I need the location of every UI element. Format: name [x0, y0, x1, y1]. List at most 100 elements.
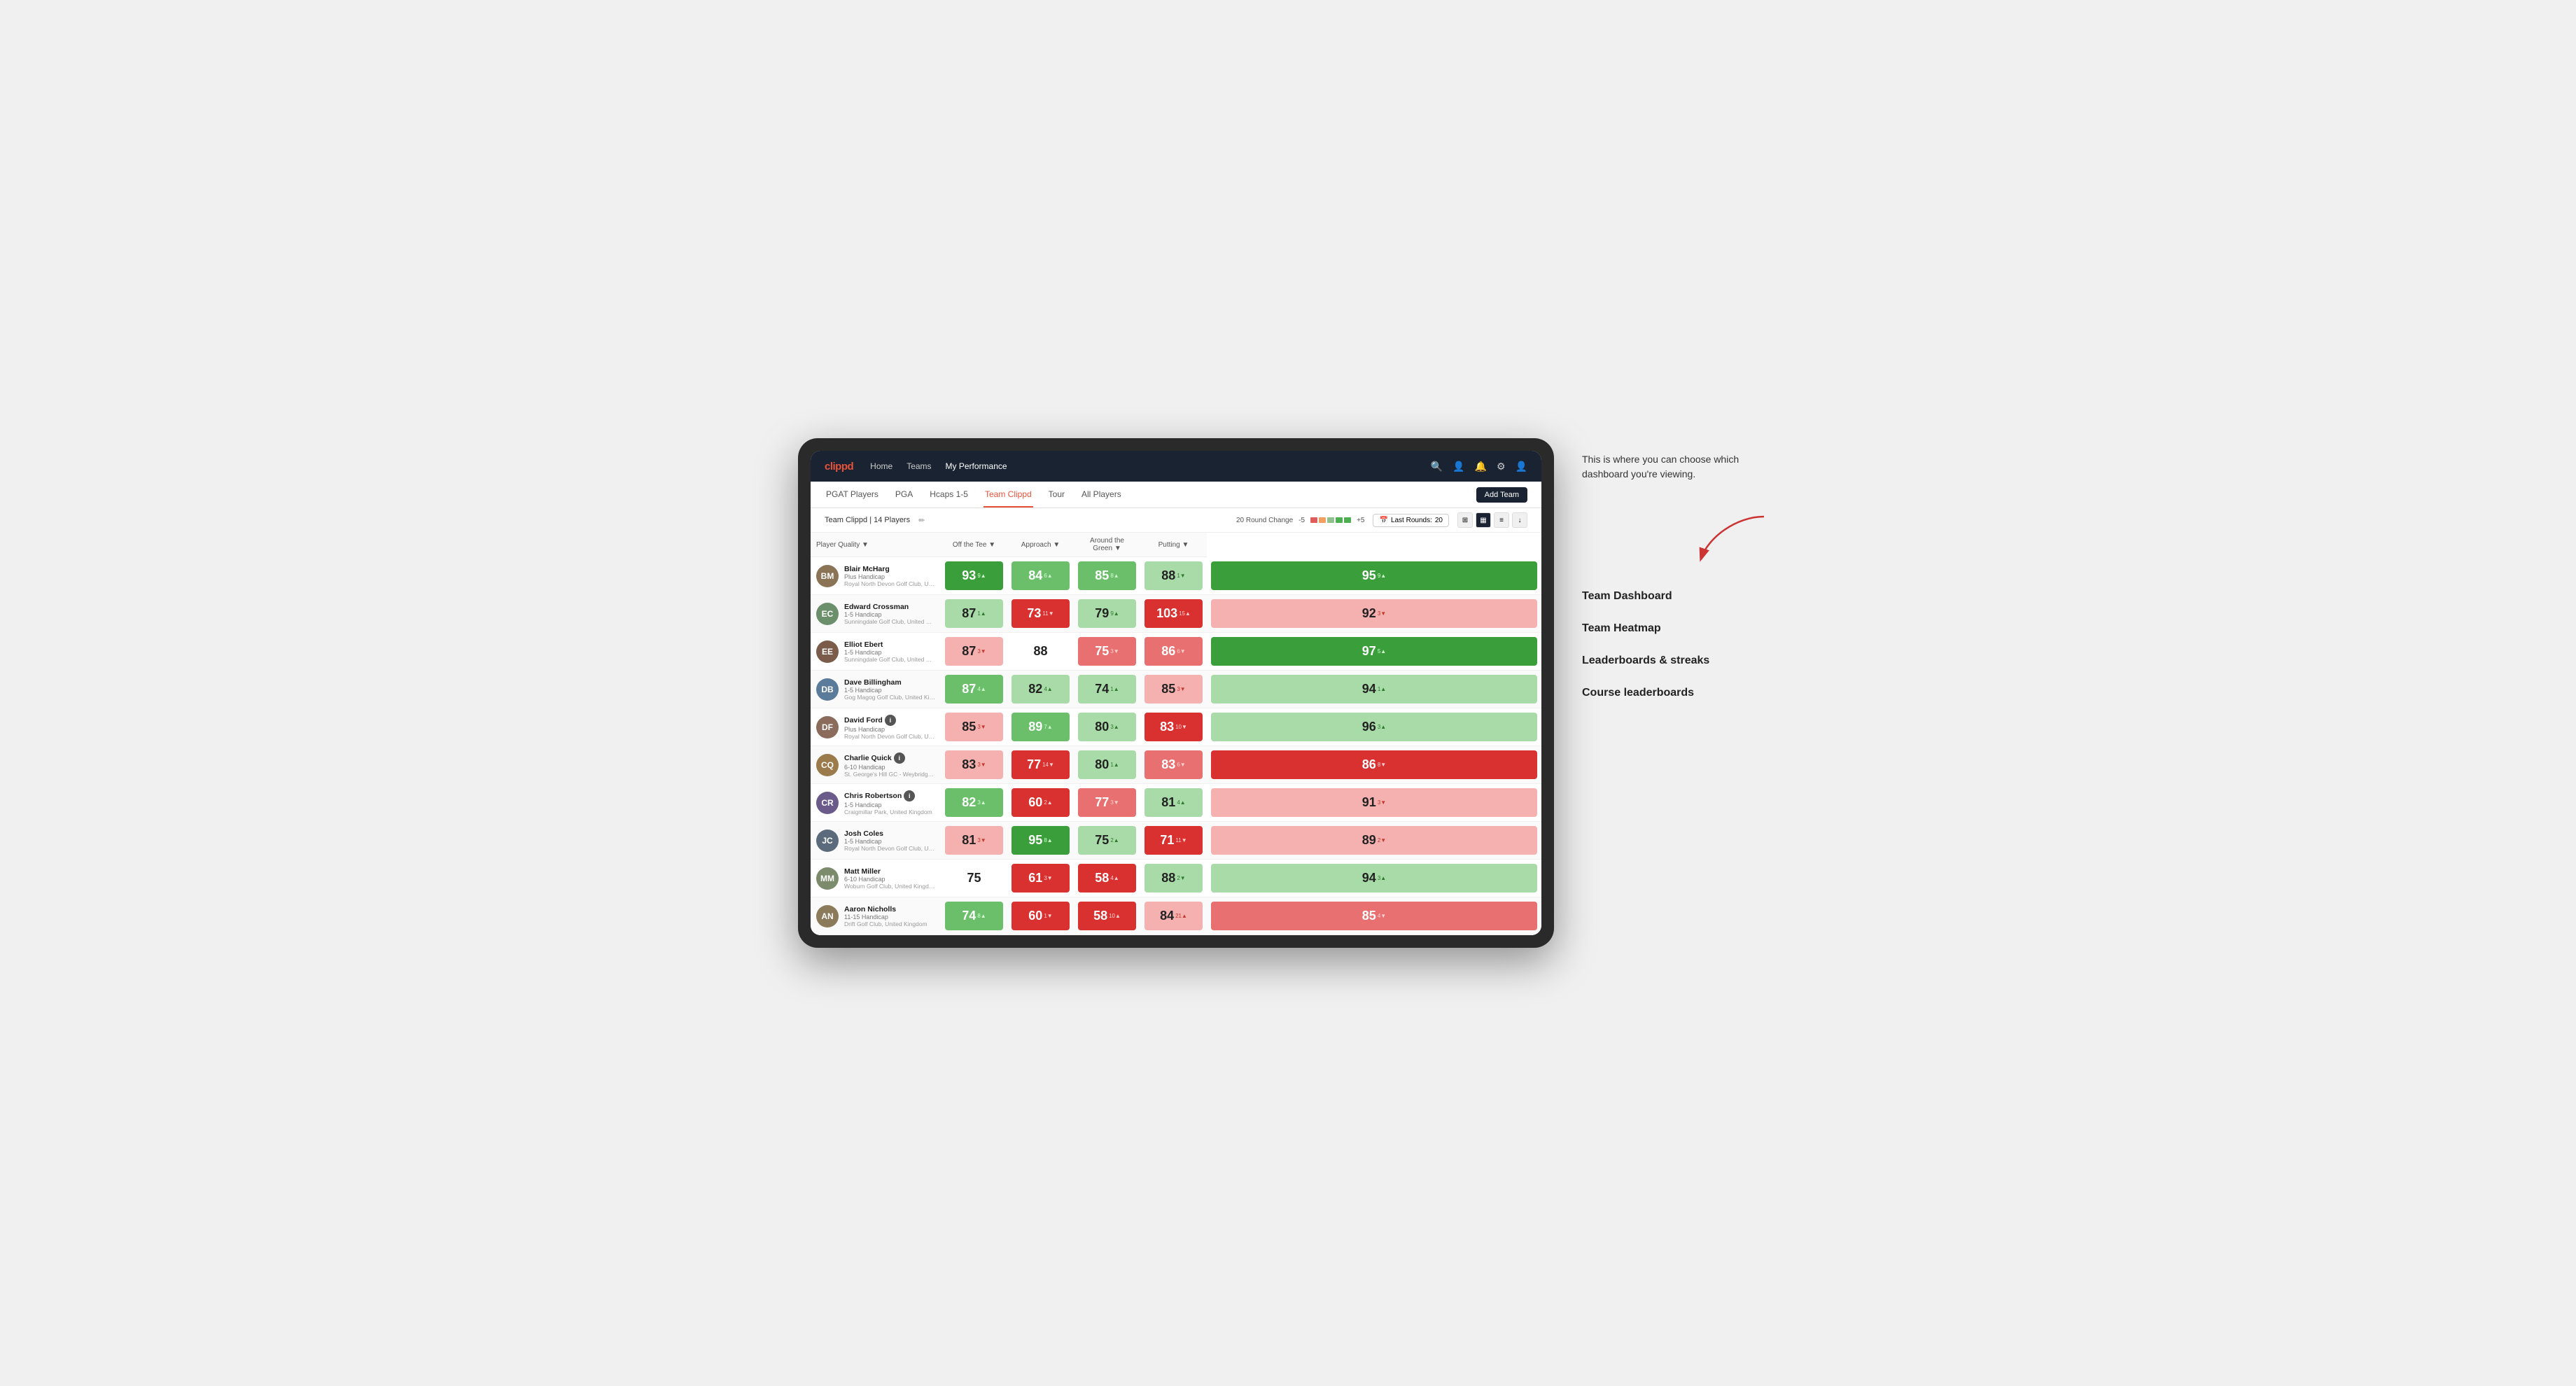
- score-cell-0: 87 1▲: [941, 595, 1007, 633]
- subnav-all-players[interactable]: All Players: [1080, 482, 1123, 507]
- player-handicap: Plus Handicap: [844, 726, 935, 733]
- profile-avatar[interactable]: 👤: [1516, 461, 1527, 472]
- annotation-note: This is where you can choose which dashb…: [1582, 452, 1778, 482]
- metric-change: 3▼: [977, 724, 986, 730]
- tablet-frame: clippd Home Teams My Performance 🔍 👤 🔔 ⚙…: [798, 438, 1554, 948]
- subnav-hcaps[interactable]: Hcaps 1-5: [928, 482, 969, 507]
- metric-value: 87: [962, 682, 976, 696]
- metric-value: 88: [1033, 644, 1047, 659]
- player-cell[interactable]: CQ Charlie Quicki 6-10 Handicap St. Geor…: [811, 746, 941, 784]
- table-row[interactable]: MM Matt Miller 6-10 Handicap Woburn Golf…: [811, 860, 1541, 897]
- player-name: Josh Coles: [844, 830, 935, 838]
- metric-change: 3▼: [1044, 875, 1052, 881]
- metric-value: 75: [967, 871, 981, 886]
- player-club: Royal North Devon Golf Club, United King…: [844, 733, 935, 740]
- metric-change: 2▲: [1044, 799, 1052, 806]
- score-cell-1: 82 4▲: [1007, 671, 1074, 708]
- player-name: Matt Miller: [844, 867, 935, 876]
- table-row[interactable]: BM Blair McHarg Plus Handicap Royal Nort…: [811, 557, 1541, 595]
- table-row[interactable]: CR Chris Robertsoni 1-5 Handicap Craigmi…: [811, 784, 1541, 822]
- table-row[interactable]: DB Dave Billingham 1-5 Handicap Gog Mago…: [811, 671, 1541, 708]
- nav-my-performance[interactable]: My Performance: [946, 458, 1007, 474]
- score-cell-2: 58 4▲: [1074, 860, 1140, 897]
- metric-change: 9▲: [1110, 610, 1119, 617]
- metric-change: 3▲: [1378, 875, 1386, 881]
- metric-value: 88: [1161, 871, 1175, 886]
- user-icon[interactable]: 👤: [1452, 461, 1464, 472]
- nav-teams[interactable]: Teams: [906, 458, 931, 474]
- export-btn[interactable]: ↓: [1512, 512, 1527, 528]
- metric-value: 89: [1362, 833, 1376, 848]
- score-cell-2: 74 1▲: [1074, 671, 1140, 708]
- subnav-tour[interactable]: Tour: [1047, 482, 1066, 507]
- settings-icon[interactable]: ⚙: [1497, 461, 1506, 472]
- score-cell-4: 92 3▼: [1207, 595, 1541, 633]
- nav-home[interactable]: Home: [870, 458, 892, 474]
- col-header-putting: Putting ▼: [1140, 533, 1207, 557]
- last-rounds-icon: 📅: [1379, 517, 1387, 524]
- player-club: Craigmillar Park, United Kingdom: [844, 808, 932, 816]
- subnav-pgat[interactable]: PGAT Players: [825, 482, 880, 507]
- metric-value: 82: [1028, 682, 1042, 696]
- metric-value: 93: [962, 568, 976, 583]
- sub-nav-links: PGAT Players PGA Hcaps 1-5 Team Clippd T…: [825, 482, 1123, 507]
- score-cell-0: 83 3▼: [941, 746, 1007, 784]
- score-cell-0: 82 3▲: [941, 784, 1007, 822]
- player-handicap: 1-5 Handicap: [844, 649, 935, 656]
- score-cell-1: 77 14▼: [1007, 746, 1074, 784]
- add-team-button[interactable]: Add Team: [1476, 487, 1527, 503]
- table-row[interactable]: DF David Fordi Plus Handicap Royal North…: [811, 708, 1541, 746]
- metric-value: 83: [1161, 757, 1175, 772]
- search-icon[interactable]: 🔍: [1431, 461, 1443, 472]
- subnav-pga[interactable]: PGA: [894, 482, 914, 507]
- score-cell-3: 85 3▼: [1140, 671, 1207, 708]
- player-cell[interactable]: BM Blair McHarg Plus Handicap Royal Nort…: [811, 557, 941, 595]
- table-row[interactable]: AN Aaron Nicholls 11-15 Handicap Drift G…: [811, 897, 1541, 935]
- last-rounds-button[interactable]: 📅 Last Rounds: 20: [1373, 514, 1449, 527]
- player-cell[interactable]: AN Aaron Nicholls 11-15 Handicap Drift G…: [811, 897, 941, 935]
- col-header-player: Player Quality ▼: [811, 533, 941, 557]
- score-cell-0: 81 3▼: [941, 822, 1007, 860]
- edit-icon[interactable]: ✏: [918, 516, 925, 525]
- player-cell[interactable]: MM Matt Miller 6-10 Handicap Woburn Golf…: [811, 860, 941, 897]
- player-cell[interactable]: EC Edward Crossman 1-5 Handicap Sunningd…: [811, 595, 941, 633]
- score-cell-2: 85 8▲: [1074, 557, 1140, 595]
- player-cell[interactable]: JC Josh Coles 1-5 Handicap Royal North D…: [811, 822, 941, 860]
- heatmap-view-btn[interactable]: ▦: [1476, 512, 1491, 528]
- player-club: Sunningdale Golf Club, United Kingdom: [844, 656, 935, 663]
- metric-value: 85: [1161, 682, 1175, 696]
- metric-value: 81: [962, 833, 976, 848]
- score-cell-4: 86 8▼: [1207, 746, 1541, 784]
- table-row[interactable]: JC Josh Coles 1-5 Handicap Royal North D…: [811, 822, 1541, 860]
- metric-value: 92: [1362, 606, 1376, 621]
- player-cell[interactable]: DF David Fordi Plus Handicap Royal North…: [811, 708, 941, 746]
- score-cell-0: 87 4▲: [941, 671, 1007, 708]
- player-club: Sunningdale Golf Club, United Kingdom: [844, 618, 935, 625]
- player-cell[interactable]: DB Dave Billingham 1-5 Handicap Gog Mago…: [811, 671, 941, 708]
- score-cell-0: 74 8▲: [941, 897, 1007, 935]
- col-header-around-green: Around the Green ▼: [1074, 533, 1140, 557]
- score-cell-2: 77 3▼: [1074, 784, 1140, 822]
- player-handicap: 1-5 Handicap: [844, 687, 935, 694]
- player-handicap: 6-10 Handicap: [844, 876, 935, 883]
- data-table: Player Quality ▼ Off the Tee ▼ Approach …: [811, 533, 1541, 935]
- score-cell-0: 75: [941, 860, 1007, 897]
- metric-change: 8▼: [1378, 762, 1386, 768]
- subnav-team-clippd[interactable]: Team Clippd: [983, 482, 1033, 507]
- metric-value: 97: [1362, 644, 1376, 659]
- grid-view-btn[interactable]: ⊞: [1457, 512, 1473, 528]
- metric-value: 91: [1362, 795, 1376, 810]
- table-row[interactable]: EC Edward Crossman 1-5 Handicap Sunningd…: [811, 595, 1541, 633]
- player-handicap: 1-5 Handicap: [844, 802, 932, 808]
- metric-value: 75: [1095, 644, 1109, 659]
- bell-icon[interactable]: 🔔: [1475, 461, 1487, 472]
- player-cell[interactable]: EE Elliot Ebert 1-5 Handicap Sunningdale…: [811, 633, 941, 671]
- player-cell[interactable]: CR Chris Robertsoni 1-5 Handicap Craigmi…: [811, 784, 941, 822]
- table-row[interactable]: CQ Charlie Quicki 6-10 Handicap St. Geor…: [811, 746, 1541, 784]
- metric-value: 73: [1027, 606, 1041, 621]
- score-cell-1: 89 7▲: [1007, 708, 1074, 746]
- table-row[interactable]: EE Elliot Ebert 1-5 Handicap Sunningdale…: [811, 633, 1541, 671]
- nav-icons: 🔍 👤 🔔 ⚙ 👤: [1431, 461, 1527, 472]
- list-view-btn[interactable]: ≡: [1494, 512, 1509, 528]
- player-name: Charlie Quicki: [844, 752, 935, 764]
